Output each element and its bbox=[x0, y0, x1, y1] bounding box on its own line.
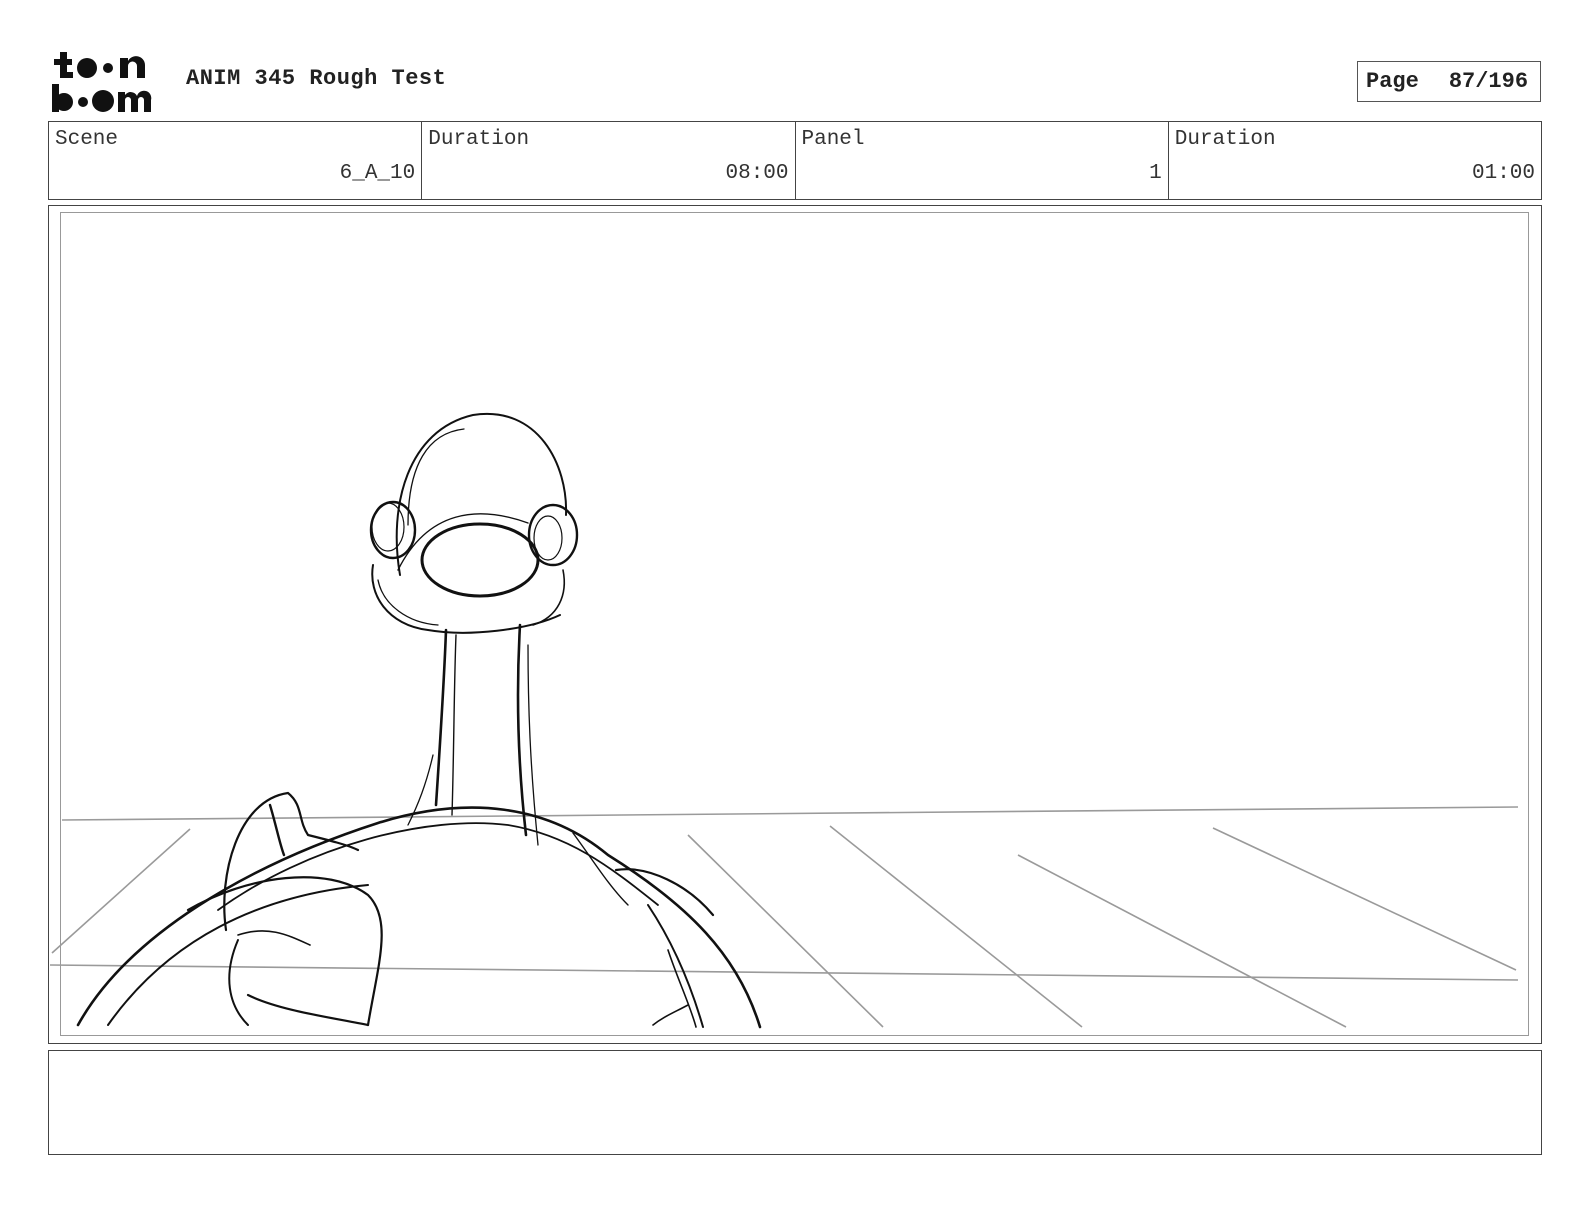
panel-duration-label: Duration bbox=[1174, 128, 1276, 151]
floor-grid bbox=[49, 806, 1519, 1028]
panel-duration-value: 01:00 bbox=[1471, 162, 1535, 185]
scene-duration-cell: Duration 08:00 bbox=[422, 122, 796, 199]
panel-value: 1 bbox=[1149, 162, 1162, 185]
scene-label: Scene bbox=[55, 128, 119, 151]
panel-cell: Panel 1 bbox=[796, 122, 1169, 199]
page-label: Page bbox=[1366, 69, 1419, 94]
panel-label: Panel bbox=[801, 128, 865, 151]
page-indicator: Page 87/196 bbox=[1357, 61, 1541, 102]
document-title: ANIM 345 Rough Test bbox=[186, 66, 447, 91]
scene-duration-value: 08:00 bbox=[725, 162, 789, 185]
scene-cell: Scene 6_A_10 bbox=[49, 122, 423, 199]
page-number: 87/196 bbox=[1448, 69, 1529, 94]
toonboom-logo bbox=[52, 52, 152, 112]
character-sketch bbox=[76, 412, 762, 1029]
panel-notes-box bbox=[48, 1050, 1542, 1155]
panel-duration-cell: Duration 01:00 bbox=[1169, 122, 1541, 199]
panel-sketch bbox=[49, 412, 1519, 1029]
scene-duration-label: Duration bbox=[428, 128, 530, 151]
scene-info-table: Scene 6_A_10 Duration 08:00 Panel 1 Dura… bbox=[48, 121, 1542, 200]
scene-value: 6_A_10 bbox=[339, 162, 416, 185]
